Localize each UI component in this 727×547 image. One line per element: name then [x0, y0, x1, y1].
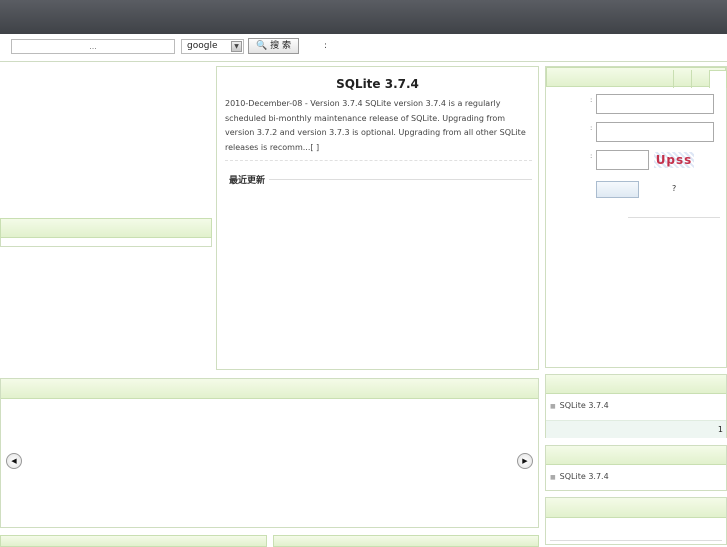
tab-2[interactable]	[691, 70, 709, 88]
article-divider	[225, 160, 532, 161]
article-summary: 2010-December-08 - Version 3.7.4 SQLite …	[225, 99, 526, 152]
bottom-left-panel-header	[0, 535, 267, 547]
list-item[interactable]: ■ SQLite 3.7.4	[550, 472, 609, 481]
top-header-bar	[0, 0, 727, 34]
recent-divider	[227, 179, 532, 180]
login-button[interactable]	[596, 181, 639, 198]
captcha-label: :	[590, 152, 593, 160]
pager-bar: 1	[546, 420, 726, 438]
article-title[interactable]: SQLite 3.7.4	[217, 77, 538, 91]
search-bar: ... google ▼ 🔍 搜 索 :	[0, 34, 727, 62]
login-tab-bar	[546, 67, 727, 88]
forgot-link[interactable]: ?	[672, 184, 676, 193]
list-item[interactable]: ■ SQLite 3.7.4	[550, 401, 609, 410]
chevron-left-icon[interactable]: ◀	[6, 453, 22, 469]
left-panel-body	[0, 238, 212, 247]
list-panel-3-header	[546, 498, 726, 518]
search-engine-value: google	[187, 41, 218, 51]
page-number[interactable]: 1	[718, 425, 723, 434]
password-label: :	[590, 124, 593, 132]
list-item-label[interactable]: SQLite 3.7.4	[560, 472, 609, 481]
search-button[interactable]: 🔍 搜 索	[248, 38, 299, 54]
captcha-field[interactable]	[596, 150, 649, 170]
list-panel-1: ■ SQLite 3.7.4 1	[545, 374, 727, 438]
tab-3[interactable]	[709, 70, 727, 88]
list-panel-3-divider	[550, 540, 722, 541]
slider-header	[1, 379, 538, 399]
dropdown-arrow-icon[interactable]: ▼	[231, 41, 242, 52]
search-colon-label: :	[324, 41, 328, 51]
bullet-icon: ■	[550, 403, 556, 410]
recent-updates-label: 最近更新	[225, 173, 270, 186]
left-panel-header	[0, 218, 212, 238]
list-panel-3	[545, 497, 727, 545]
chevron-right-icon[interactable]: ▶	[517, 453, 533, 469]
article-panel: SQLite 3.7.4 2010-December-08 - Version …	[216, 66, 539, 370]
slider-panel: ◀ ▶	[0, 378, 539, 528]
login-panel: : : : Upss ?	[545, 66, 727, 368]
list-panel-2-header	[546, 446, 726, 465]
tab-1[interactable]	[673, 70, 691, 88]
captcha-image[interactable]: Upss	[654, 152, 694, 168]
username-field[interactable]	[596, 94, 714, 114]
list-item-label[interactable]: SQLite 3.7.4	[560, 401, 609, 410]
password-field[interactable]	[596, 122, 714, 142]
search-engine-select[interactable]: google ▼	[181, 39, 244, 54]
bullet-icon: ■	[550, 474, 556, 481]
bottom-middle-panel-header	[273, 535, 539, 547]
list-panel-2: ■ SQLite 3.7.4	[545, 445, 727, 491]
username-label: :	[590, 96, 593, 104]
login-divider	[628, 217, 720, 218]
list-panel-1-header	[546, 375, 726, 394]
search-input[interactable]: ...	[11, 39, 175, 54]
